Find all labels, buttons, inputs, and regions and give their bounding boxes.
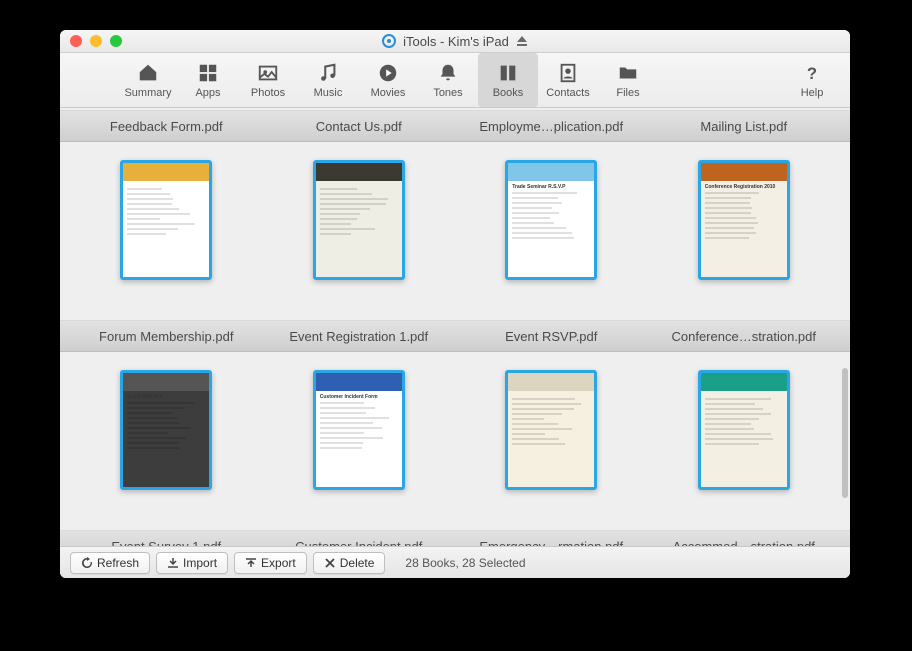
toolbar-item-label: Photos (251, 87, 285, 99)
app-icon (381, 33, 397, 49)
shelf-bar: Forum Membership.pdf Event Registration 1… (60, 320, 850, 352)
toolbar-files[interactable]: Files (598, 53, 658, 107)
bottom-bar: Refresh Import Export Delete 28 Books, 2… (60, 546, 850, 578)
toolbar-help[interactable]: ? Help (782, 53, 842, 107)
book-label[interactable]: Conference…stration.pdf (651, 329, 836, 344)
book-thumbnail[interactable] (313, 160, 405, 280)
titlebar: iTools - Kim's iPad (60, 30, 850, 53)
book-label[interactable]: Event Registration 1.pdf (266, 329, 451, 344)
toolbar-music[interactable]: Music (298, 53, 358, 107)
book-thumbnail[interactable]: Trade Seminar R.S.V.P (505, 160, 597, 280)
book-label[interactable]: Accommod…stration.pdf (651, 539, 836, 547)
toolbar-item-label: Books (493, 87, 524, 99)
app-window: iTools - Kim's iPad Summary Apps Photos Mus… (60, 30, 850, 578)
book-thumbnail[interactable]: Conference Registration 2010 (698, 160, 790, 280)
export-icon (245, 557, 257, 569)
book-label[interactable]: Emergency…rmation.pdf (459, 539, 644, 547)
movies-icon (376, 61, 400, 85)
toolbar-tones[interactable]: Tones (418, 53, 478, 107)
book-label[interactable]: Event RSVP.pdf (459, 329, 644, 344)
import-icon (167, 557, 179, 569)
home-icon (136, 61, 160, 85)
status-text: 28 Books, 28 Selected (405, 556, 525, 570)
toolbar-contacts[interactable]: Contacts (538, 53, 598, 107)
toolbar-item-label: Help (801, 87, 824, 99)
book-thumbnail[interactable] (698, 370, 790, 490)
toolbar-apps[interactable]: Apps (178, 53, 238, 107)
book-thumbnail[interactable]: Event SURVEY (120, 370, 212, 490)
book-thumbnail[interactable] (505, 370, 597, 490)
shelf-bar: Feedback Form.pdf Contact Us.pdf Employme…… (60, 110, 850, 142)
help-icon: ? (800, 61, 824, 85)
contacts-icon (556, 61, 580, 85)
book-label[interactable]: Customer Incident.pdf (266, 539, 451, 547)
books-icon (496, 61, 520, 85)
minimize-button[interactable] (90, 35, 102, 47)
close-button[interactable] (70, 35, 82, 47)
shelf-row: Trade Seminar R.S.V.P Conference Registra… (60, 142, 850, 352)
music-icon (316, 61, 340, 85)
toolbar-item-label: Music (314, 87, 343, 99)
import-button[interactable]: Import (156, 552, 228, 574)
toolbar-summary[interactable]: Summary (118, 53, 178, 107)
svg-text:?: ? (807, 64, 817, 83)
toolbar-photos[interactable]: Photos (238, 53, 298, 107)
photos-icon (256, 61, 280, 85)
delete-icon (324, 557, 336, 569)
book-label[interactable]: Forum Membership.pdf (74, 329, 259, 344)
refresh-button[interactable]: Refresh (70, 552, 150, 574)
scrollbar[interactable] (842, 368, 848, 498)
shelf-row: Event SURVEY Customer Incident Form Event … (60, 352, 850, 546)
book-thumbnail[interactable] (120, 160, 212, 280)
toolbar-item-label: Summary (124, 87, 171, 99)
book-label[interactable]: Event Survey 1.pdf (74, 539, 259, 547)
toolbar-item-label: Files (616, 87, 639, 99)
eject-icon[interactable] (515, 34, 529, 48)
delete-button[interactable]: Delete (313, 552, 386, 574)
book-thumbnail[interactable]: Customer Incident Form (313, 370, 405, 490)
toolbar-books[interactable]: Books (478, 53, 538, 107)
traffic-lights (60, 35, 122, 47)
files-icon (616, 61, 640, 85)
book-label[interactable]: Feedback Form.pdf (74, 119, 259, 134)
toolbar-item-label: Movies (371, 87, 406, 99)
books-content: Feedback Form.pdf Contact Us.pdf Employme…… (60, 108, 850, 546)
toolbar-item-label: Contacts (546, 87, 589, 99)
toolbar-item-label: Tones (433, 87, 462, 99)
apps-icon (196, 61, 220, 85)
book-label[interactable]: Employme…plication.pdf (459, 119, 644, 134)
toolbar: Summary Apps Photos Music Movies Tones Books Co… (60, 53, 850, 108)
toolbar-movies[interactable]: Movies (358, 53, 418, 107)
export-button[interactable]: Export (234, 552, 307, 574)
book-label[interactable]: Mailing List.pdf (651, 119, 836, 134)
shelf-bar: Event Survey 1.pdf Customer Incident.pdf E… (60, 530, 850, 546)
tones-icon (436, 61, 460, 85)
shelf-row: Feedback Form.pdf Contact Us.pdf Employme…… (60, 108, 850, 142)
zoom-button[interactable] (110, 35, 122, 47)
refresh-icon (81, 557, 93, 569)
book-label[interactable]: Contact Us.pdf (266, 119, 451, 134)
toolbar-item-label: Apps (195, 87, 220, 99)
window-title: iTools - Kim's iPad (403, 34, 509, 49)
